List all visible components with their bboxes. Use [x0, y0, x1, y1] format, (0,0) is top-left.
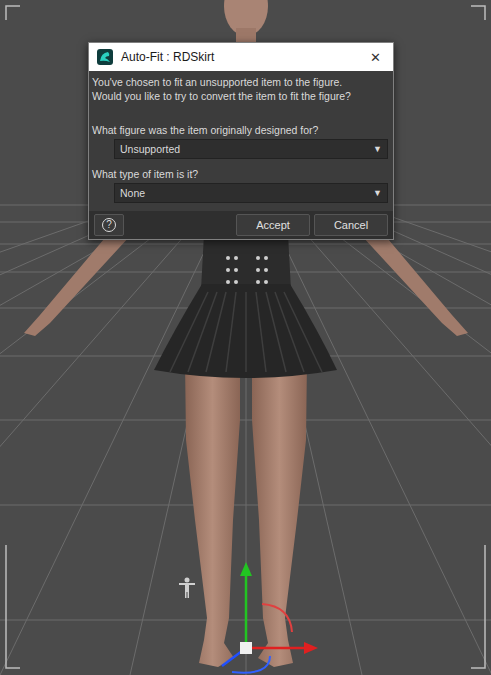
title-bar[interactable]: Auto-Fit : RDSkirt ✕: [89, 43, 393, 71]
daz-logo-icon: [97, 49, 113, 65]
close-button[interactable]: ✕: [366, 51, 385, 64]
field-label: What type of item is it?: [92, 167, 390, 181]
dropdown-arrow: ▼: [373, 142, 382, 156]
corner-brackets: [6, 6, 485, 668]
message: You've chosen to fit an unsupported item…: [92, 75, 390, 103]
figure-icon[interactable]: [179, 578, 195, 599]
button-row: ? AcceptCancel: [89, 211, 393, 239]
message-line: You've chosen to fit an unsupported item…: [92, 75, 390, 89]
dialog-title: Auto-Fit : RDSkirt: [121, 48, 358, 66]
dialog-button[interactable]: Accept: [236, 214, 310, 236]
dropdown-value: Unsupported: [120, 142, 180, 156]
floor-grid: [0, 196, 491, 675]
message-line: Would you like to try to convert the ite…: [92, 89, 390, 103]
dropdown-value: None: [120, 186, 145, 200]
dropdown[interactable]: None ▼: [114, 183, 388, 203]
figure-model[interactable]: [24, 0, 468, 667]
dropdown[interactable]: Unsupported ▼: [114, 139, 388, 159]
field: What type of item is it? None ▼: [92, 167, 390, 203]
transform-gizmo-icon[interactable]: [222, 562, 318, 673]
auto-fit-dialog: Auto-Fit : RDSkirt ✕ You've chosen to fit …: [88, 42, 394, 240]
daz-viewport: Auto-Fit : RDSkirt ✕ You've chosen to fit …: [0, 0, 491, 675]
dropdown-arrow: ▼: [373, 186, 382, 200]
field-label: What figure was the item originally desi…: [92, 123, 390, 137]
dialog-button[interactable]: Cancel: [314, 214, 388, 236]
help-button[interactable]: ?: [94, 214, 124, 236]
field: What figure was the item originally desi…: [92, 123, 390, 159]
